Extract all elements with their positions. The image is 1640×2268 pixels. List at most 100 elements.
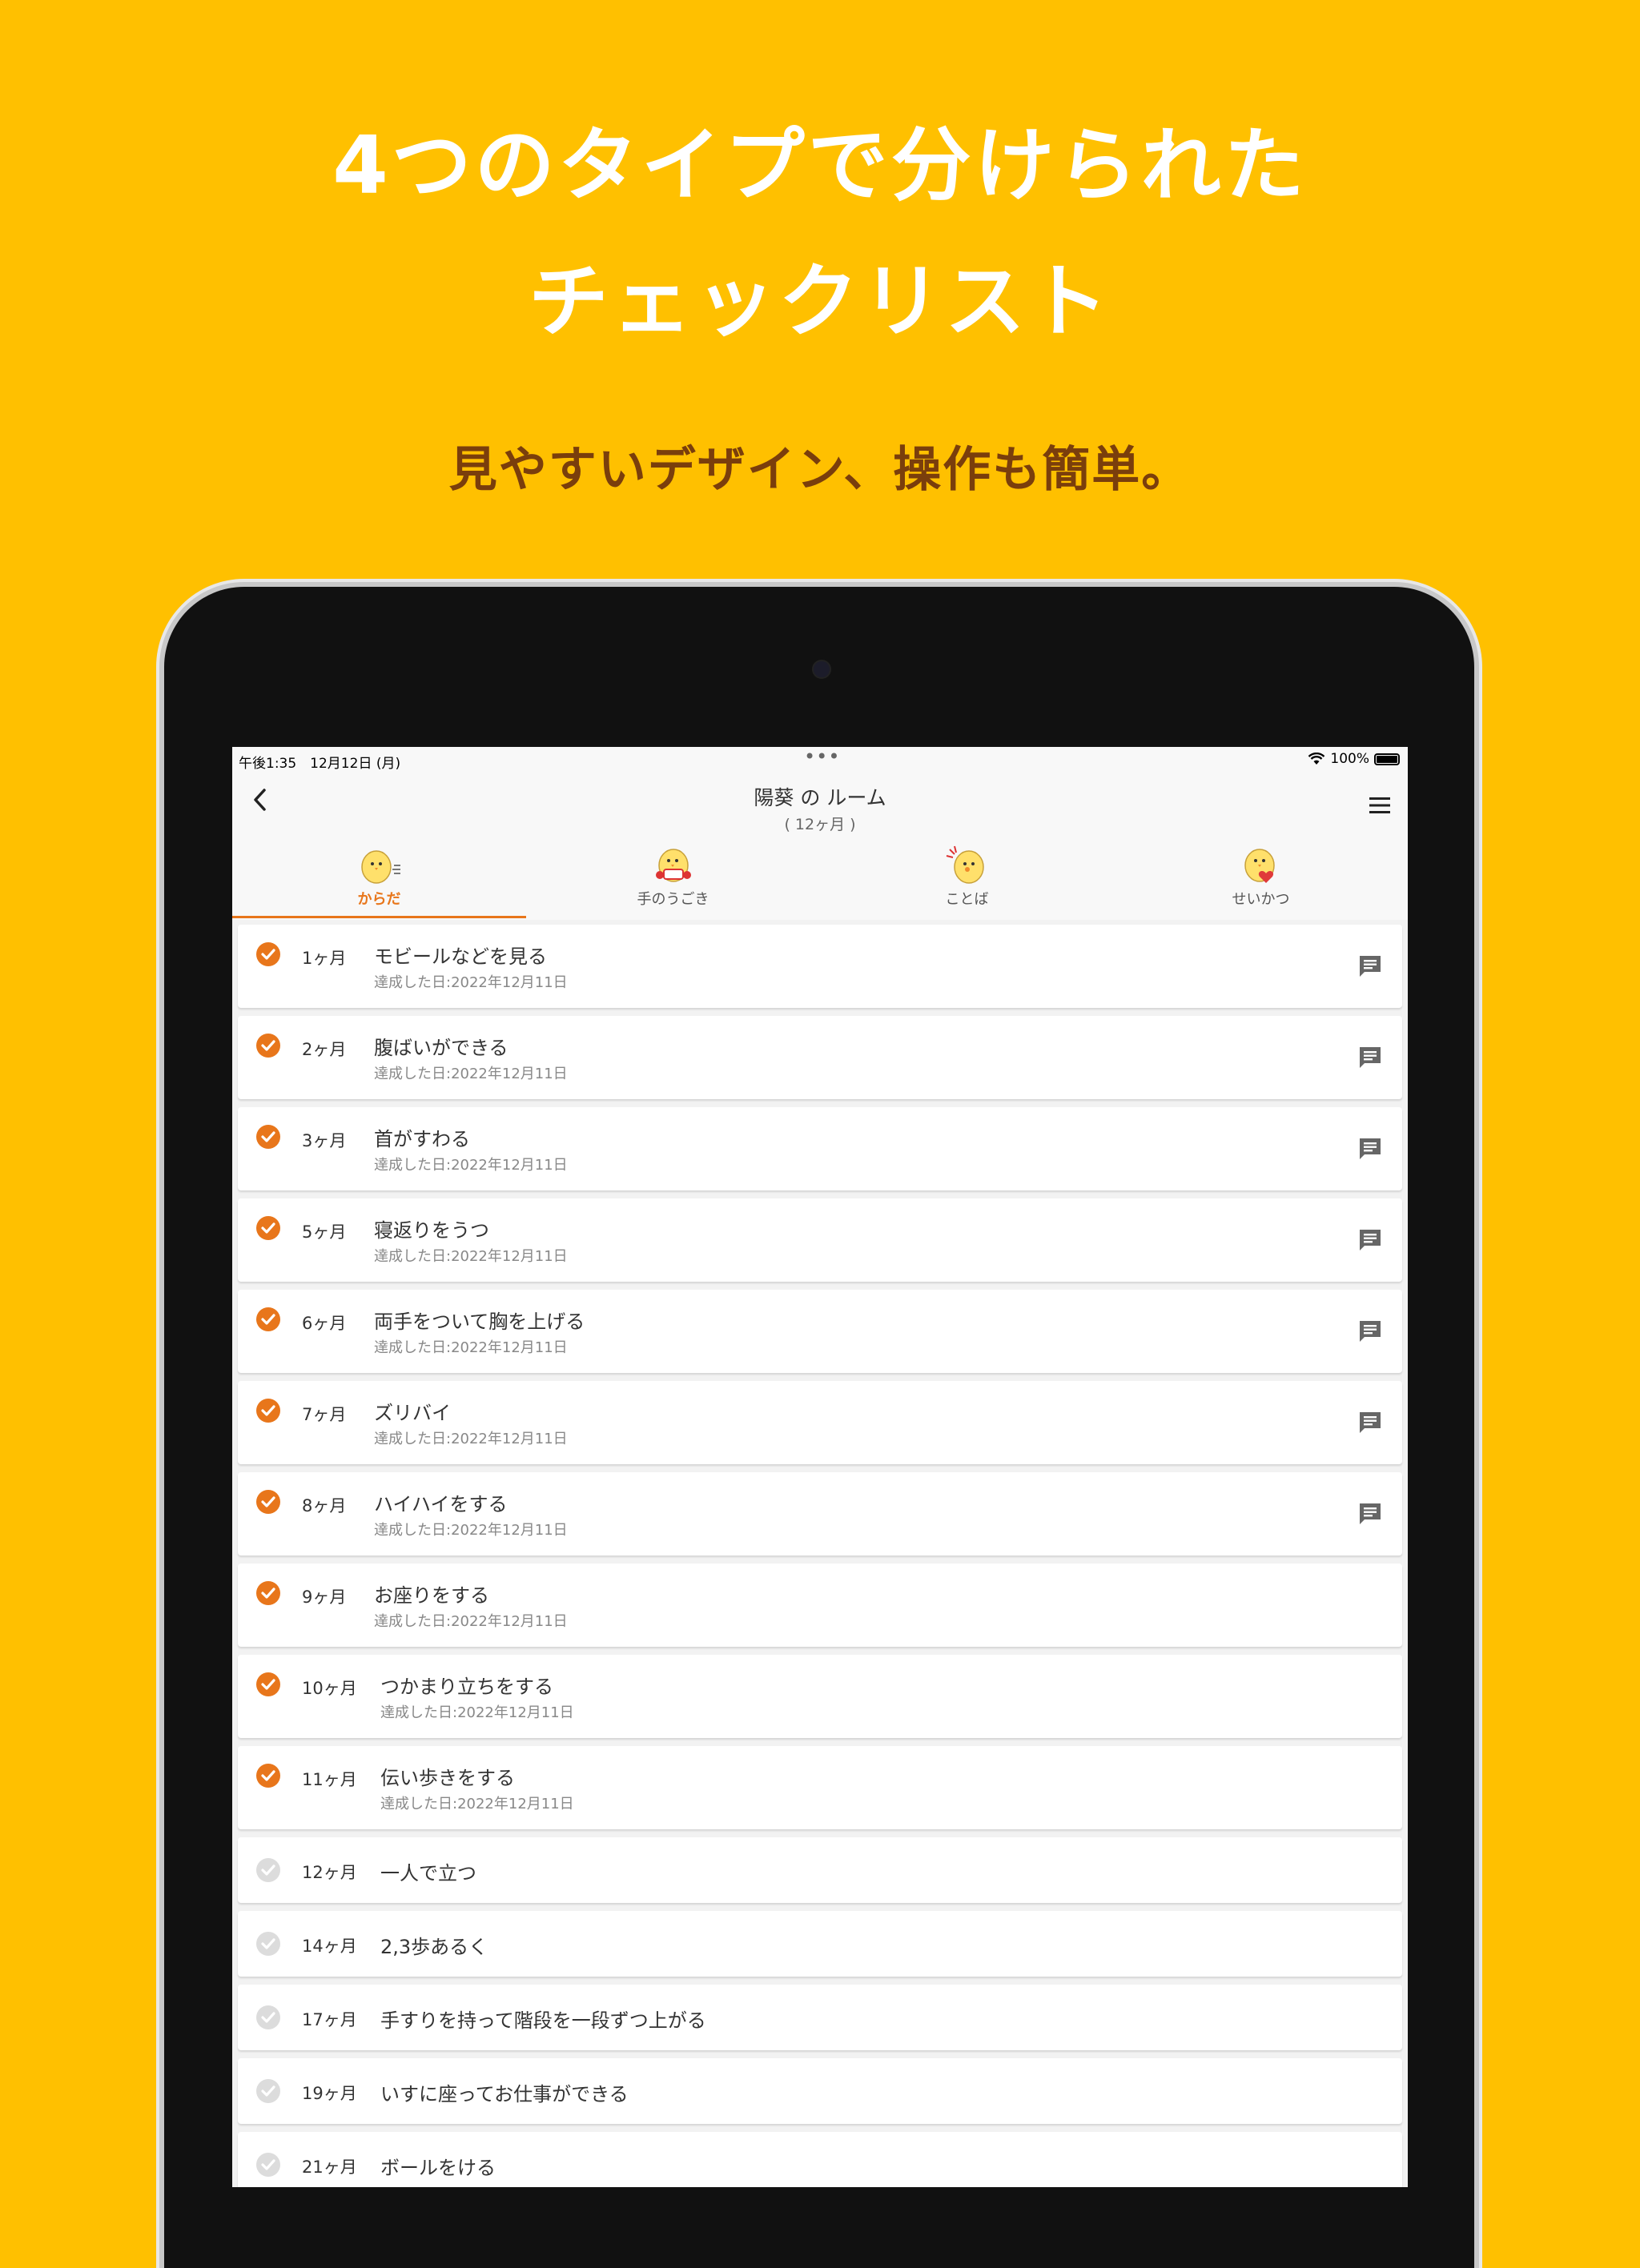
milestone-month: 3ヶ月 (302, 1131, 347, 1150)
checklist-row[interactable]: 11ヶ月 伝い歩きをする達成した日:2022年12月11日 (238, 1746, 1402, 1829)
check-circle-icon[interactable] (256, 1034, 280, 1058)
chick-speech-icon (946, 845, 984, 884)
checklist-row[interactable]: 12ヶ月 一人で立つ (238, 1837, 1402, 1903)
wifi-icon (1308, 753, 1325, 765)
check-circle-icon[interactable] (256, 1125, 280, 1149)
battery-icon (1374, 753, 1400, 765)
tab-label: からだ (357, 891, 401, 908)
checklist-row[interactable]: 2ヶ月 腹ばいができる 達成した日:2022年12月11日 (238, 1016, 1402, 1099)
tab-label: せいかつ (1232, 891, 1290, 908)
milestone-title: 寝返りをうつ (374, 1219, 489, 1242)
milestone-title: 手すりを持って階段を一段ずつ上がる (380, 2009, 706, 2032)
milestone-month: 21ヶ月 (302, 2158, 357, 2177)
comment-icon[interactable] (1357, 1136, 1383, 1162)
checklist-row[interactable]: 9ヶ月 お座りをする 達成した日:2022年12月11日 (238, 1564, 1402, 1647)
checklist-row[interactable]: 19ヶ月 いすに座ってお仕事ができる (238, 2058, 1402, 2124)
checklist-row[interactable]: 17ヶ月 手すりを持って階段を一段ずつ上がる (238, 1985, 1402, 2050)
tab-seikatsu[interactable]: せいかつ (1114, 838, 1408, 920)
milestone-month: 6ヶ月 (302, 1314, 347, 1333)
milestone-month: 19ヶ月 (302, 2084, 357, 2103)
achieved-date: 達成した日:2022年12月11日 (374, 1066, 568, 1082)
milestone-month: 9ヶ月 (302, 1588, 347, 1607)
milestone-title: ハイハイをする (374, 1493, 508, 1515)
milestone-title: 一人で立つ (380, 1862, 476, 1885)
check-circle-icon[interactable] (256, 1307, 280, 1331)
promo-headline-line2: チェックリスト (529, 255, 1111, 348)
milestone-title: 伝い歩きをする (380, 1767, 515, 1789)
hamburger-menu-icon[interactable] (1368, 795, 1392, 816)
page-subtitle: ( 12ヶ月 ) (784, 816, 856, 833)
status-time: 午後1:35 12月12日 (月) (239, 756, 401, 772)
status-right: 100% (1308, 751, 1400, 767)
checklist-row[interactable]: 5ヶ月 寝返りをうつ達成した日:2022年12月11日 (238, 1198, 1402, 1282)
achieved-date: 達成した日:2022年12月11日 (380, 1796, 574, 1812)
checklist-row[interactable]: 10ヶ月 つかまり立ちをする 達成した日:2022年12月11日 (238, 1655, 1402, 1738)
comment-icon[interactable] (1357, 1501, 1383, 1527)
checklist-row[interactable]: 8ヶ月 ハイハイをする達成した日:2022年12月11日 (238, 1472, 1402, 1555)
checklist-row[interactable]: 21ヶ月 ボールをける (238, 2132, 1402, 2187)
tab-label: ことば (945, 891, 989, 908)
milestone-month: 7ヶ月 (302, 1405, 347, 1424)
milestone-list: 1ヶ月 モビールなどを見る 達成した日:2022年12月11日 2ヶ月 腹ばいができる達… (238, 925, 1402, 2187)
promo-headline-line1: 4つのタイプで分けられた (332, 118, 1308, 212)
comment-icon[interactable] (1357, 953, 1383, 979)
app-screen: 午後1:35 12月12日 (月) ••• 100% 陽葵 の ルーム ( 12… (232, 747, 1408, 2187)
chick-heart-icon (1244, 849, 1275, 883)
milestone-month: 10ヶ月 (302, 1679, 357, 1698)
page-title: 陽葵 の ルーム (754, 786, 886, 809)
achieved-date: 達成した日:2022年12月11日 (374, 1431, 568, 1447)
check-circle-icon[interactable] (256, 942, 280, 966)
comment-icon[interactable] (1357, 1410, 1383, 1435)
milestone-title: 両手をついて胸を上げる (374, 1311, 585, 1333)
tab-label: 手のうごき (637, 891, 709, 908)
camera-icon (812, 660, 831, 679)
milestone-month: 1ヶ月 (302, 949, 347, 968)
milestone-month: 12ヶ月 (302, 1863, 357, 1882)
achieved-date: 達成した日:2022年12月11日 (374, 1157, 568, 1174)
check-circle-icon[interactable] (256, 1581, 280, 1605)
checklist-row[interactable]: 1ヶ月 モビールなどを見る達成した日:2022年12月11日 (238, 925, 1402, 1008)
chick-hands-icon (655, 849, 691, 882)
milestone-month: 11ヶ月 (302, 1770, 357, 1789)
milestone-month: 5ヶ月 (302, 1222, 347, 1242)
achieved-date: 達成した日:2022年12月11日 (374, 1613, 568, 1630)
multitasking-dots[interactable]: ••• (804, 747, 840, 768)
achieved-date: 達成した日:2022年12月11日 (380, 1704, 574, 1721)
checklist-row[interactable]: 7ヶ月 ズリバイ達成した日:2022年12月11日 (238, 1381, 1402, 1464)
checklist-row[interactable]: 6ヶ月 両手をついて胸を上げる達成した日:2022年12月11日 (238, 1290, 1402, 1373)
achieved-date: 達成した日:2022年12月11日 (374, 1248, 568, 1265)
milestone-month: 17ヶ月 (302, 2010, 357, 2029)
milestone-title: 首がすわる (374, 1128, 470, 1150)
check-circle-icon[interactable] (256, 1672, 280, 1696)
milestone-month: 8ヶ月 (302, 1496, 347, 1515)
milestone-title: 2,3歩あるく (380, 1936, 488, 1958)
check-circle-icon[interactable] (256, 1216, 280, 1240)
nav-bar: 陽葵 の ルーム ( 12ヶ月 ) (232, 774, 1408, 838)
comment-icon[interactable] (1357, 1227, 1383, 1253)
checklist-row[interactable]: 3ヶ月 首がすわる達成した日:2022年12月11日 (238, 1107, 1402, 1190)
tab-te-no-ugoki[interactable]: 手のうごき (526, 838, 820, 920)
check-circle-icon[interactable] (256, 1399, 280, 1423)
check-circle-icon[interactable] (256, 2079, 280, 2103)
achieved-date: 達成した日:2022年12月11日 (374, 974, 568, 991)
milestone-title: ズリバイ (374, 1402, 451, 1424)
check-circle-icon[interactable] (256, 1932, 280, 1956)
tab-kotoba[interactable]: ことば (820, 838, 1114, 920)
milestone-title: モビールなどを見る (374, 945, 547, 968)
comment-icon[interactable] (1357, 1319, 1383, 1344)
achieved-date: 達成した日:2022年12月11日 (374, 1339, 568, 1356)
category-tabs: からだ 手のうごき ことば せいかつ (232, 838, 1408, 920)
checklist-row[interactable]: 14ヶ月 2,3歩あるく (238, 1911, 1402, 1977)
check-circle-icon[interactable] (256, 1764, 280, 1788)
milestone-title: ボールをける (380, 2157, 496, 2179)
milestone-title: いすに座ってお仕事ができる (380, 2083, 629, 2105)
achieved-date: 達成した日:2022年12月11日 (374, 1522, 568, 1539)
check-circle-icon[interactable] (256, 1490, 280, 1514)
tab-karada[interactable]: からだ (232, 838, 526, 920)
check-circle-icon[interactable] (256, 1858, 280, 1882)
chick-body-icon (360, 850, 400, 884)
comment-icon[interactable] (1357, 1045, 1383, 1070)
check-circle-icon[interactable] (256, 2005, 280, 2029)
promo-subheadline: 見やすいデザイン、操作も簡単。 (448, 442, 1192, 498)
check-circle-icon[interactable] (256, 2153, 280, 2177)
